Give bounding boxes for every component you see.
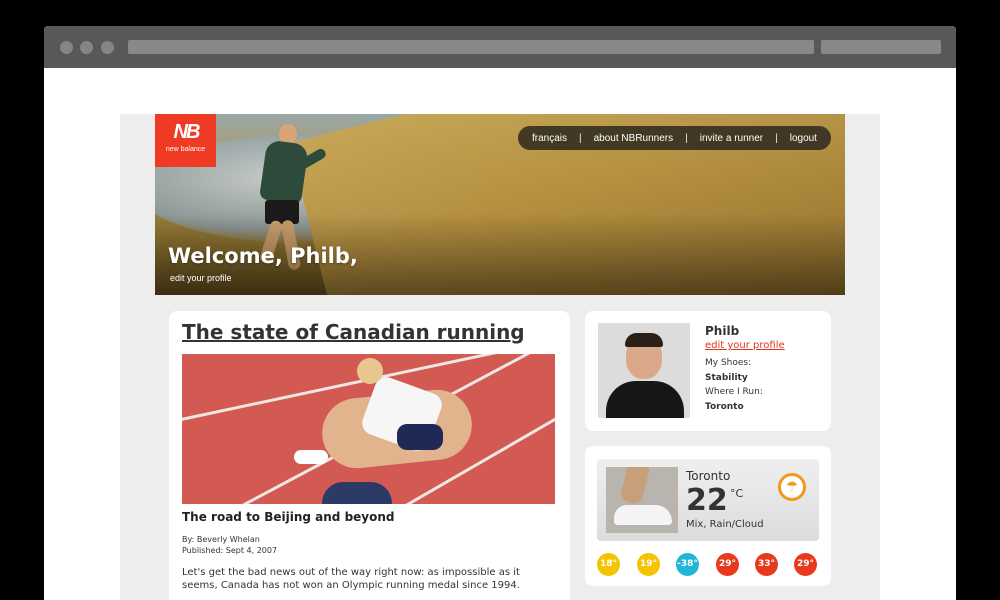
weather-temperature: 22 xyxy=(686,483,728,518)
rain-cloud-icon: ☂ xyxy=(778,473,806,501)
article-date: Published: Sept 4, 2007 xyxy=(182,546,278,555)
forecast-day-badge[interactable]: -38° xyxy=(676,553,699,576)
nav-link-about[interactable]: about NBRunners xyxy=(594,133,674,144)
forecast-day-badge[interactable]: 33° xyxy=(755,553,778,576)
address-bar[interactable] xyxy=(128,40,814,54)
welcome-heading: Welcome, Philb, xyxy=(168,244,358,268)
weather-card: Toronto 22 °C Mix, Rain/Cloud ☂ 18° 19° -3… xyxy=(585,446,831,586)
browser-toolbar xyxy=(44,26,956,68)
nav-separator: | xyxy=(685,132,688,144)
logo-text: new balance xyxy=(165,146,206,153)
edit-profile-link[interactable]: edit your profile xyxy=(705,340,785,351)
shoes-value-text: Stability xyxy=(705,372,748,383)
profile-card: Philb edit your profile My Shoes: Stabil… xyxy=(585,311,831,431)
article-byline: By: Beverly Whelan Published: Sept 4, 20… xyxy=(182,534,277,556)
top-navigation: français | about NBRunners | invite a ru… xyxy=(518,126,831,150)
article-title-link[interactable]: The state of Canadian running xyxy=(182,320,525,344)
logo-mark: NB xyxy=(173,121,201,143)
athlete-shoe xyxy=(294,450,328,464)
forecast-day-badge[interactable]: 29° xyxy=(716,553,739,576)
window-close-button[interactable] xyxy=(60,41,73,54)
athlete-shorts xyxy=(397,424,443,450)
article-body: Let's get the bad news out of the way ri… xyxy=(182,567,520,591)
weather-panel: Toronto 22 °C Mix, Rain/Cloud ☂ xyxy=(597,459,819,541)
nav-link-logout[interactable]: logout xyxy=(790,133,817,144)
nav-separator: | xyxy=(579,132,582,144)
weather-city: Toronto xyxy=(686,469,731,483)
banner-edit-profile-link[interactable]: edit your profile xyxy=(170,273,232,283)
athlete-head xyxy=(357,358,383,384)
avatar[interactable] xyxy=(598,323,690,418)
run-location-value-text: Toronto xyxy=(705,401,744,412)
forecast-day-badge[interactable]: 29° xyxy=(794,553,817,576)
run-location-value: Toronto xyxy=(705,400,763,415)
forecast-strip: 18° 19° -38° 29° 33° 29° xyxy=(597,553,819,579)
weather-photo-shoe xyxy=(614,505,672,525)
window-minimize-button[interactable] xyxy=(80,41,93,54)
window-maximize-button[interactable] xyxy=(101,41,114,54)
shoes-label: My Shoes: xyxy=(705,358,752,368)
avatar-shirt xyxy=(606,381,684,418)
weather-condition: Mix, Rain/Cloud xyxy=(686,519,764,530)
shoe-on-track xyxy=(322,482,392,504)
browser-window: NB new balance français | about NBRunner… xyxy=(44,26,956,600)
page-content: NB new balance français | about NBRunner… xyxy=(120,114,880,600)
run-location-label: Where I Run: xyxy=(705,387,763,397)
article-photo[interactable] xyxy=(182,354,555,504)
nav-link-francais[interactable]: français xyxy=(532,133,567,144)
avatar-hair xyxy=(625,333,663,347)
nav-separator: | xyxy=(775,132,778,144)
weather-runner-photo xyxy=(606,467,678,533)
weather-unit: °C xyxy=(730,487,744,500)
weather-photo-leg xyxy=(619,467,651,506)
profile-info: My Shoes: Stability Where I Run: Toronto xyxy=(705,356,763,414)
header-banner: NB new balance français | about NBRunner… xyxy=(155,114,845,295)
article-subtitle: The road to Beijing and beyond xyxy=(182,510,395,524)
forecast-day-badge[interactable]: 19° xyxy=(637,553,660,576)
article-card: The state of Canadian running The road t… xyxy=(169,311,570,600)
nav-link-invite[interactable]: invite a runner xyxy=(700,133,763,144)
article-author: By: Beverly Whelan xyxy=(182,535,260,544)
browser-search-bar[interactable] xyxy=(821,40,941,54)
forecast-day-badge[interactable]: 18° xyxy=(597,553,620,576)
shoes-value: Stability xyxy=(705,371,763,386)
profile-name: Philb xyxy=(705,324,740,338)
new-balance-logo[interactable]: NB new balance xyxy=(155,114,216,167)
